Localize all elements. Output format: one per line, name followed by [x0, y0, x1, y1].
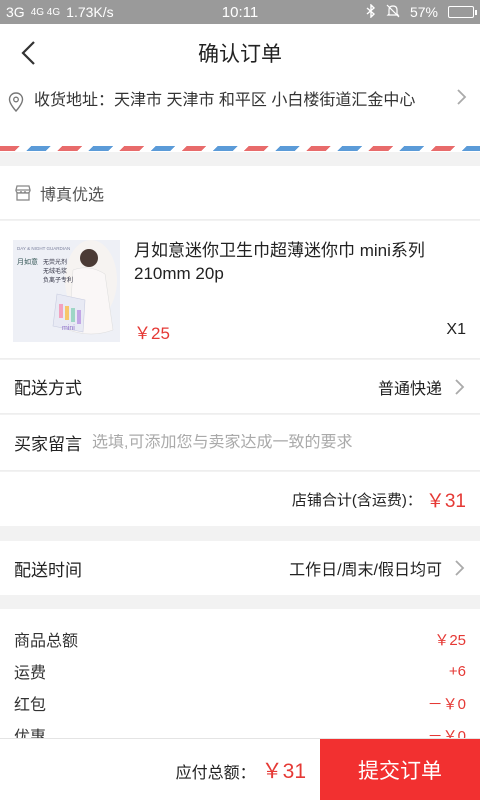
order-total-label: 应付总额：: [175, 764, 256, 782]
buyer-message-row: 买家留言: [0, 415, 480, 471]
summary-line: 商品总额 ￥25: [14, 623, 466, 655]
nav-bar: 确认订单: [0, 24, 480, 82]
product-image-line1: 无荧光剂: [43, 258, 67, 266]
address-text: 收货地址：天津市 天津市 和平区 小白楼街道汇金中心: [34, 92, 416, 109]
checkout-footer: 应付总额： ￥31 提交订单: [0, 738, 480, 800]
status-bar: 3G 4G 4G 1.73K/s 10:11 57%: [0, 0, 480, 24]
delivery-method-label: 配送方式: [14, 379, 82, 398]
delivery-time-value-wrap: 工作日/周末/假日均可: [289, 556, 466, 580]
summary-value: +6: [448, 662, 466, 680]
summary-label: 运费: [14, 665, 47, 682]
battery-icon: [448, 6, 477, 18]
chevron-right-icon: [455, 560, 465, 576]
order-total: 应付总额： ￥31: [0, 755, 320, 785]
summary-value: －￥0: [427, 727, 466, 740]
summary-line: 运费 +6: [14, 655, 466, 687]
battery-percent: 57%: [409, 4, 438, 20]
chevron-right-icon: [457, 89, 467, 105]
shop-name: 博真优选: [40, 186, 105, 204]
buyer-message-input[interactable]: [92, 433, 466, 452]
buyer-message-label: 买家留言: [14, 435, 82, 454]
location-pin-icon: [8, 92, 24, 112]
product-image-line3: 负离子专利: [43, 276, 73, 284]
shipping-address[interactable]: 收货地址：天津市 天津市 和平区 小白楼街道汇金中心: [0, 82, 480, 152]
status-left: 3G 4G 4G 1.73K/s: [6, 4, 186, 20]
back-button[interactable]: [14, 36, 46, 70]
summary-label: 优惠: [14, 729, 47, 739]
summary-label: 商品总额: [14, 633, 79, 650]
network-speed: 1.73K/s: [66, 4, 114, 20]
delivery-time-value: 工作日/周末/假日均可: [289, 562, 442, 579]
signal-label: 4G 4G: [30, 6, 61, 18]
shop-subtotal-value: ￥31: [425, 490, 466, 512]
product-title: 月如意迷你卫生巾超薄迷你巾 mini系列 210mm 20p: [134, 241, 425, 283]
product-quantity: X1: [446, 321, 466, 338]
product-image-name: 月如意: [17, 257, 38, 266]
product-image-line2: 无绒毛浆: [43, 267, 67, 275]
product-image: mini DAY & NIGHT GUARDIAN 月如意 无荧光剂 无绒毛浆 …: [13, 240, 120, 342]
product-image-mini: mini: [62, 325, 75, 332]
page-title: 确认订单: [198, 43, 282, 66]
summary-line: 红包 －￥0: [14, 687, 466, 719]
address-border-stripe: [0, 146, 480, 151]
bluetooth-icon: [366, 2, 376, 21]
shop-subtotal-label: 店铺合计(含运费)：: [291, 491, 422, 509]
store-icon: [15, 184, 31, 201]
price-summary: 商品总额 ￥25 运费 +6 红包 －￥0 优惠 －￥0: [0, 609, 480, 739]
summary-label: 红包: [14, 697, 47, 714]
submit-order-button[interactable]: 提交订单: [320, 738, 480, 800]
delivery-method-row[interactable]: 配送方式 普通快递: [0, 360, 480, 414]
status-right: 57%: [294, 2, 477, 21]
delivery-time-row[interactable]: 配送时间 工作日/周末/假日均可: [0, 541, 480, 595]
delivery-method-value-wrap: 普通快递: [378, 375, 466, 399]
delivery-time-label: 配送时间: [14, 560, 82, 580]
status-time: 10:11: [221, 3, 259, 21]
delivery-method-value: 普通快递: [377, 380, 442, 398]
summary-line: 优惠 －￥0: [14, 719, 466, 740]
shop-subtotal-row: 店铺合计(含运费)： ￥31: [0, 472, 480, 526]
summary-value: ￥25: [434, 631, 466, 649]
chevron-right-icon: [455, 378, 465, 395]
product-item[interactable]: mini DAY & NIGHT GUARDIAN 月如意 无荧光剂 无绒毛浆 …: [0, 221, 480, 359]
summary-value: －￥0: [427, 695, 466, 713]
shop-header[interactable]: 博真优选: [0, 166, 480, 220]
order-total-value: ￥31: [261, 759, 306, 783]
chevron-left-icon: [21, 41, 35, 65]
carrier-label: 3G: [6, 4, 25, 20]
product-price: ￥25: [134, 324, 170, 343]
product-image-brand: DAY & NIGHT GUARDIAN: [17, 246, 70, 251]
mute-icon: [386, 4, 400, 21]
